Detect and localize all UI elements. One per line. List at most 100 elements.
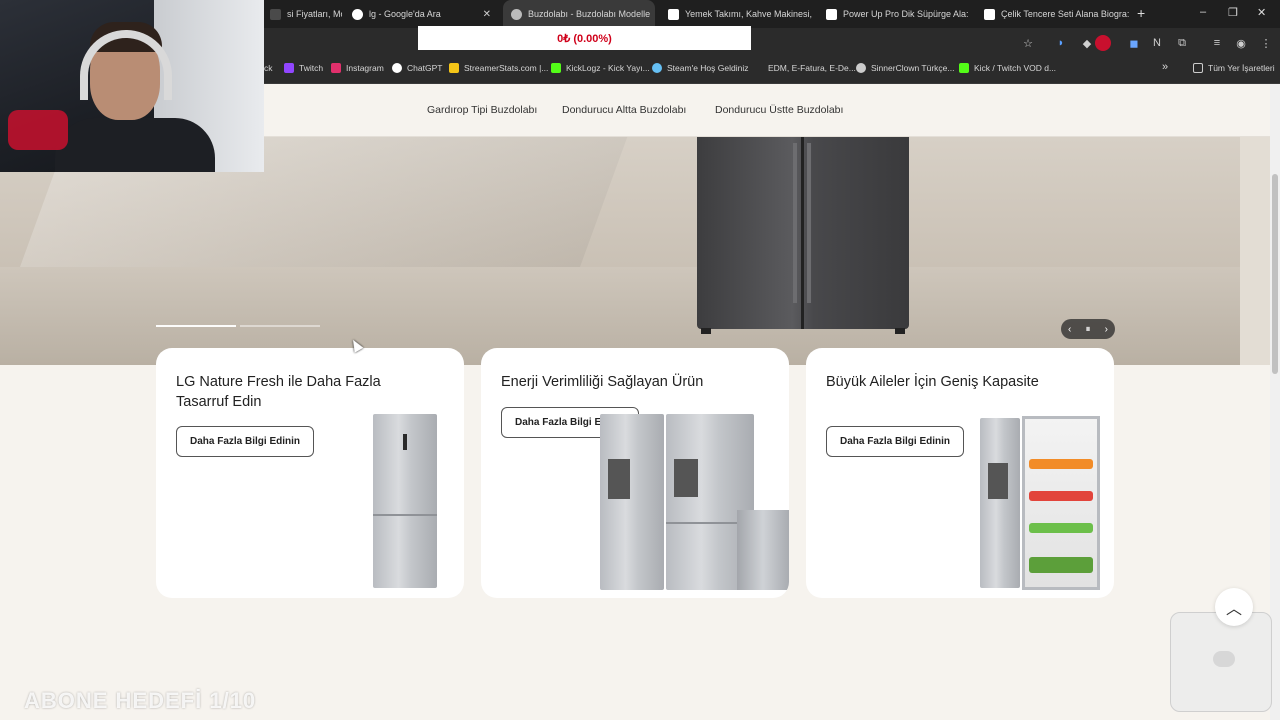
bookmark-item[interactable]: SinnerClown Türkçe... (856, 63, 954, 73)
card-title: Büyük Aileler İçin Geniş Kapasite (826, 374, 1039, 390)
kick-icon (959, 63, 969, 73)
bookmark-label: StreamerStats.com |... (464, 63, 549, 73)
bookmark-item[interactable]: Instagram (331, 63, 384, 73)
tab-5[interactable]: Çelik Tencere Seti Alana Biogra: ✕ (976, 0, 1130, 28)
new-tab-button[interactable]: + (1137, 5, 1145, 21)
translate-icon[interactable]: ◗ (1054, 36, 1068, 50)
fridge-handle (807, 143, 811, 303)
food-shelf (1029, 557, 1093, 573)
bookmark-item[interactable]: Kick / Twitch VOD d... (959, 63, 1056, 73)
minimize-button[interactable]: – (1200, 6, 1206, 18)
open-fridge-left-door-image (980, 418, 1020, 588)
steam-icon (652, 63, 662, 73)
card-title: Enerji Verimliliği Sağlayan Ürün (501, 374, 704, 390)
bookmark-item[interactable]: ChatGPT (392, 63, 442, 73)
bookmark-label: Kick / Twitch VOD d... (974, 63, 1057, 73)
tab-label: lg - Google'da Ara (369, 9, 441, 19)
water-dispenser (674, 459, 698, 497)
streamer-webcam-overlay (0, 0, 264, 172)
globe-icon (856, 63, 866, 73)
extension-badge-icon[interactable] (1095, 35, 1111, 51)
tab-0[interactable]: si Fiyatları, Mo: ✕ (262, 0, 342, 28)
tab-3[interactable]: Yemek Takımı, Kahve Makinesi, ✕ (660, 0, 814, 28)
bookmark-item[interactable]: EDM, E-Fatura, E-De... (768, 63, 856, 73)
tab-favicon-icon (270, 8, 281, 20)
notion-icon[interactable]: N (1150, 36, 1164, 50)
hero-refrigerator-image (697, 137, 909, 334)
tab-label: si Fiyatları, Mo: (287, 9, 342, 19)
star-icon[interactable]: ☆ (1021, 36, 1035, 50)
subnav-item-top-freezer[interactable]: Dondurucu Üstte Buzdolabı (715, 104, 843, 116)
google-icon (352, 8, 363, 20)
bookmark-item[interactable]: KickLogz - Kick Yayı... (551, 63, 650, 73)
extension-icon[interactable]: ◆ (1080, 36, 1094, 50)
fridge-interior-food-image (1022, 416, 1100, 590)
bookmark-label: KickLogz - Kick Yayı... (566, 63, 650, 73)
menu-kebab-icon[interactable]: ⋮ (1259, 36, 1273, 50)
all-bookmarks-folder[interactable]: Tüm Yer İşaretleri (1193, 63, 1275, 73)
hero-wall-edge (1240, 137, 1270, 365)
close-window-button[interactable]: ✕ (1257, 6, 1266, 19)
learn-more-button[interactable]: Daha Fazla Bilgi Edinin (176, 426, 315, 457)
subnav-item-bottom-freezer[interactable]: Dondurucu Altta Buzdolabı (562, 104, 686, 116)
streamerstats-icon (449, 63, 459, 73)
card-title: LG Nature Fresh ile Daha Fazla Tasarruf … (176, 374, 381, 410)
fridge-foot (701, 328, 711, 334)
chat-widget-overlay[interactable] (1170, 612, 1272, 712)
puzzle-icon[interactable]: ⧉ (1175, 36, 1189, 50)
subscriber-goal-watermark: ABONE HEDEFİ 1/10 (24, 688, 257, 713)
donation-progress-overlay: 0₺ (0.00%) (418, 26, 751, 50)
tab-label: Power Up Pro Dik Süpürge Ala: (843, 9, 969, 19)
learn-more-button[interactable]: Daha Fazla Bilgi Edinin (826, 426, 965, 457)
more-bookmarks-button[interactable]: » (1162, 61, 1168, 73)
water-dispenser (988, 463, 1008, 499)
chevron-right-icon[interactable]: › (1105, 324, 1108, 335)
bottom-freezer-fridge-image (373, 414, 437, 588)
slide-indicator-active[interactable] (156, 325, 236, 327)
dishwasher-image (737, 510, 789, 590)
pause-icon[interactable]: ⏸ (1085, 324, 1090, 335)
tab-2[interactable]: Buzdolabı - Buzdolabı Modelle (503, 0, 655, 28)
chatgpt-icon (392, 63, 402, 73)
bookmark-label: Steam'e Hoş Geldiniz (667, 63, 749, 73)
close-icon[interactable]: ✕ (483, 9, 491, 20)
scrollbar-thumb[interactable] (1272, 174, 1278, 374)
subnav-item-wardrobe[interactable]: Gardırop Tipi Buzdolabı (427, 104, 537, 116)
bookmark-label: EDM, E-Fatura, E-De... (768, 63, 856, 73)
food-shelf (1029, 523, 1093, 533)
bookmark-item[interactable]: ck (264, 63, 273, 73)
extension-ps-icon[interactable]: ◼ (1127, 36, 1141, 50)
bookmark-item[interactable]: Twitch (284, 63, 323, 73)
bookmark-label: ChatGPT (407, 63, 443, 73)
tab-favicon-icon (984, 8, 995, 20)
slide-progress-indicator (156, 325, 320, 327)
bookmark-item[interactable]: Steam'e Hoş Geldiniz (652, 63, 748, 73)
bookmark-label: Instagram (346, 63, 384, 73)
bookmark-label: ck (264, 63, 273, 73)
tab-1[interactable]: lg - Google'da Ara ✕ (344, 0, 499, 28)
fridge-handle (793, 143, 797, 303)
more-bookmarks-label: » (1162, 61, 1169, 73)
carousel-controls: ‹ ⏸ › (1061, 319, 1115, 339)
media-icon[interactable]: ≡ (1210, 36, 1224, 50)
bookmark-item[interactable]: StreamerStats.com |... (449, 63, 548, 73)
tab-4[interactable]: Power Up Pro Dik Süpürge Ala: ✕ (818, 0, 972, 28)
webcam-person-body (55, 118, 215, 172)
side-by-side-fridge-image (600, 414, 664, 590)
food-shelf (1029, 491, 1093, 501)
maximize-button[interactable]: ❐ (1228, 6, 1238, 19)
chat-bubble-icon (1213, 651, 1235, 667)
food-shelf (1029, 459, 1093, 469)
scroll-to-top-button[interactable]: ︿ (1215, 588, 1253, 626)
kicklogz-icon (551, 63, 561, 73)
fridge-door-split (801, 137, 804, 329)
slide-indicator[interactable] (240, 325, 320, 327)
bookmark-label: Twitch (299, 63, 324, 73)
microphone-icon (8, 110, 68, 150)
feature-card-energy: Enerji Verimliliği Sağlayan Ürün Daha Fa… (481, 348, 789, 598)
fridge-display (403, 434, 407, 450)
feature-card-nature-fresh: LG Nature Fresh ile Daha Fazla Tasarruf … (156, 348, 464, 598)
profile-avatar-icon[interactable]: ◉ (1234, 36, 1248, 50)
tab-favicon-icon (511, 8, 522, 20)
chevron-left-icon[interactable]: ‹ (1068, 324, 1071, 335)
